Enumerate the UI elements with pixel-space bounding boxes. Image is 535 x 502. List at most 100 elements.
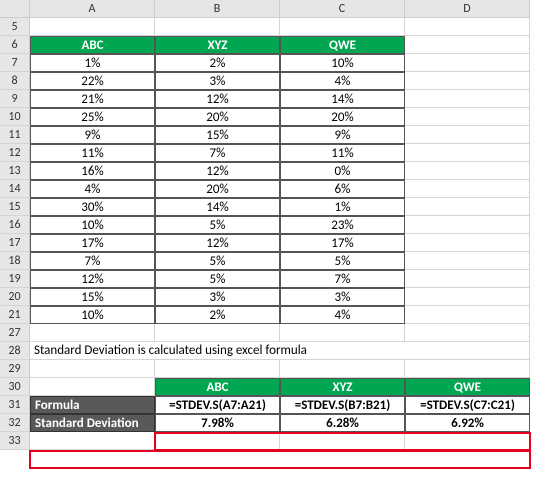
data-cell[interactable]: 9% (30, 126, 155, 144)
col-header[interactable]: D (405, 0, 530, 18)
data-cell[interactable]: 3% (155, 72, 280, 90)
formula-cell[interactable]: =STDEV.S(A7:A21) (155, 396, 280, 414)
cell[interactable] (405, 306, 530, 324)
row-header[interactable]: 6 (0, 36, 30, 54)
cell[interactable] (30, 378, 155, 396)
data-cell[interactable]: 5% (155, 216, 280, 234)
row-header[interactable]: 20 (0, 288, 30, 306)
data-cell[interactable]: 7% (280, 270, 405, 288)
data-cell[interactable]: 16% (30, 162, 155, 180)
row-header[interactable]: 28 (0, 342, 30, 360)
formula-cell[interactable]: =STDEV.S(B7:B21) (280, 396, 405, 414)
data-cell[interactable]: 7% (30, 252, 155, 270)
formula-cell[interactable]: =STDEV.S(C7:C21) (405, 396, 530, 414)
data-cell[interactable]: 12% (155, 162, 280, 180)
row-header[interactable]: 10 (0, 108, 30, 126)
data-cell[interactable]: 12% (155, 234, 280, 252)
data-cell[interactable]: 9% (280, 126, 405, 144)
cell[interactable] (280, 18, 405, 36)
cell[interactable] (405, 288, 530, 306)
row-header[interactable]: 9 (0, 90, 30, 108)
cell[interactable] (405, 270, 530, 288)
data-cell[interactable]: 10% (280, 54, 405, 72)
col-header[interactable]: A (30, 0, 155, 18)
note-text[interactable]: Standard Deviation is calculated using e… (30, 342, 530, 360)
row-header[interactable]: 29 (0, 360, 30, 378)
table2-header[interactable]: ABC (155, 378, 280, 396)
data-cell[interactable]: 30% (30, 198, 155, 216)
data-cell[interactable]: 7% (155, 144, 280, 162)
data-cell[interactable]: 11% (280, 144, 405, 162)
data-cell[interactable]: 5% (280, 252, 405, 270)
cell[interactable] (30, 432, 155, 450)
col-header[interactable]: C (280, 0, 405, 18)
data-cell[interactable]: 14% (280, 90, 405, 108)
cell[interactable] (30, 324, 155, 342)
cell[interactable] (405, 432, 530, 450)
cell[interactable] (405, 90, 530, 108)
data-cell[interactable]: 21% (30, 90, 155, 108)
data-cell[interactable]: 22% (30, 72, 155, 90)
row-header[interactable]: 5 (0, 18, 30, 36)
cell[interactable] (30, 18, 155, 36)
cell[interactable] (405, 162, 530, 180)
row-header[interactable]: 7 (0, 54, 30, 72)
data-cell[interactable]: 3% (280, 288, 405, 306)
row-header[interactable]: 16 (0, 216, 30, 234)
table1-header[interactable]: XYZ (155, 36, 280, 54)
data-cell[interactable]: 25% (30, 108, 155, 126)
table2-header[interactable]: QWE (405, 378, 530, 396)
cell[interactable] (405, 198, 530, 216)
result-cell[interactable]: 6.28% (280, 414, 405, 432)
data-cell[interactable]: 6% (280, 180, 405, 198)
data-cell[interactable]: 0% (280, 162, 405, 180)
result-cell[interactable]: 7.98% (155, 414, 280, 432)
row-header[interactable]: 11 (0, 126, 30, 144)
row-header[interactable]: 21 (0, 306, 30, 324)
row-header[interactable]: 17 (0, 234, 30, 252)
data-cell[interactable]: 12% (155, 90, 280, 108)
cell[interactable] (405, 180, 530, 198)
data-cell[interactable]: 10% (30, 216, 155, 234)
cell[interactable] (280, 432, 405, 450)
cell[interactable] (405, 72, 530, 90)
data-cell[interactable]: 20% (155, 108, 280, 126)
table2-row-label[interactable]: Standard Deviation (30, 414, 155, 432)
cell[interactable] (405, 360, 530, 378)
cell[interactable] (405, 18, 530, 36)
row-header[interactable]: 32 (0, 414, 30, 432)
row-header[interactable]: 14 (0, 180, 30, 198)
table1-header[interactable]: ABC (30, 36, 155, 54)
row-header[interactable]: 13 (0, 162, 30, 180)
cell[interactable] (405, 324, 530, 342)
cell[interactable] (155, 432, 280, 450)
cell[interactable] (155, 324, 280, 342)
cell[interactable] (405, 126, 530, 144)
data-cell[interactable]: 17% (30, 234, 155, 252)
data-cell[interactable]: 2% (155, 54, 280, 72)
data-cell[interactable]: 3% (155, 288, 280, 306)
row-header[interactable]: 15 (0, 198, 30, 216)
cell[interactable] (405, 36, 530, 54)
row-header[interactable]: 31 (0, 396, 30, 414)
data-cell[interactable]: 20% (280, 108, 405, 126)
data-cell[interactable]: 23% (280, 216, 405, 234)
cell[interactable] (405, 144, 530, 162)
cell[interactable] (405, 54, 530, 72)
row-header[interactable]: 8 (0, 72, 30, 90)
data-cell[interactable]: 20% (155, 180, 280, 198)
data-cell[interactable]: 10% (30, 306, 155, 324)
cell[interactable] (405, 234, 530, 252)
cell[interactable] (280, 324, 405, 342)
row-header[interactable]: 33 (0, 432, 30, 450)
row-header[interactable]: 27 (0, 324, 30, 342)
data-cell[interactable]: 4% (30, 180, 155, 198)
data-cell[interactable]: 15% (155, 126, 280, 144)
col-header[interactable]: B (155, 0, 280, 18)
cell[interactable] (405, 216, 530, 234)
data-cell[interactable]: 12% (30, 270, 155, 288)
cell[interactable] (30, 360, 155, 378)
data-cell[interactable]: 5% (155, 270, 280, 288)
data-cell[interactable]: 1% (280, 198, 405, 216)
data-cell[interactable]: 4% (280, 72, 405, 90)
